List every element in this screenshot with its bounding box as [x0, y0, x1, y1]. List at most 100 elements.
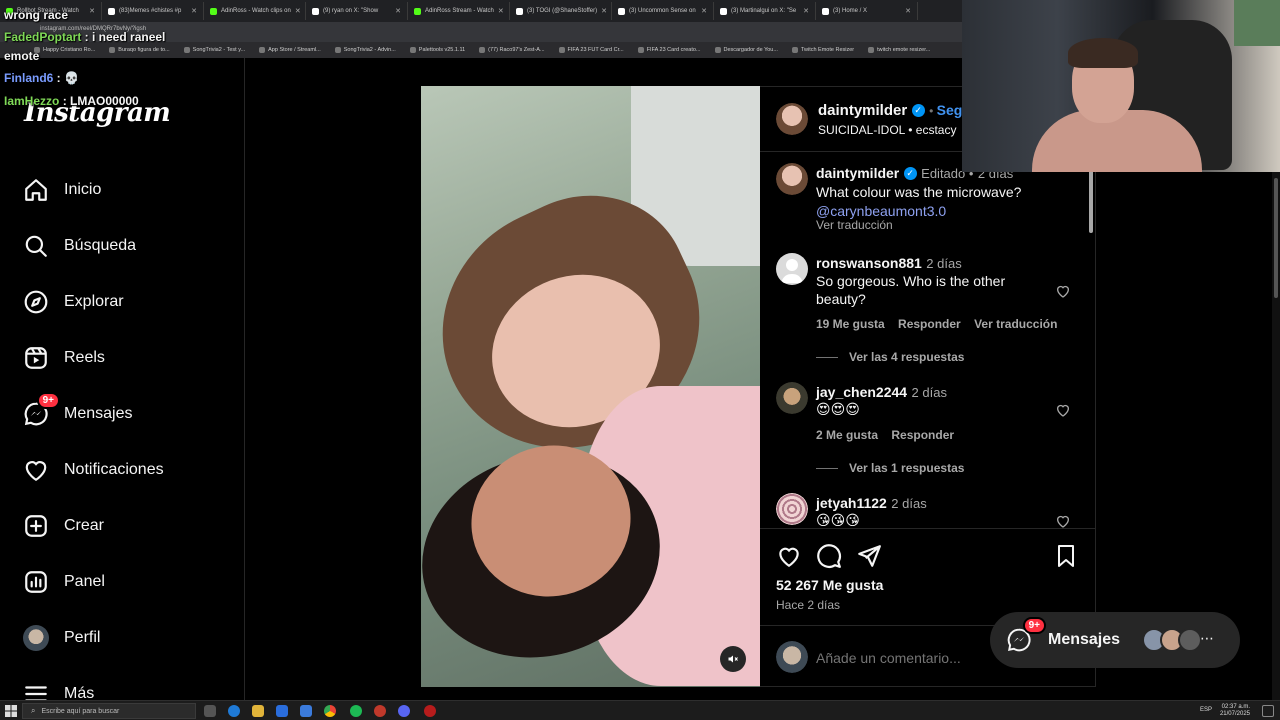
post-author-avatar[interactable] — [776, 103, 808, 135]
nav-item-search[interactable]: Búsqueda — [22, 228, 232, 264]
comment-username[interactable]: jetyah1122 — [816, 495, 887, 511]
save-bookmark-icon[interactable] — [1054, 543, 1078, 569]
nav-icon-wrap — [22, 512, 50, 540]
bookmark-item[interactable]: App Store / Streaml... — [259, 47, 321, 53]
messages-float-button[interactable]: 9+ Mensajes ⋯ — [990, 612, 1240, 668]
nav-label: Notificaciones — [64, 461, 164, 478]
task-view-icon[interactable] — [204, 705, 216, 717]
close-tab-icon[interactable]: ✕ — [191, 7, 197, 15]
bookmark-item[interactable]: Twitch Emote Resizer — [791, 47, 854, 53]
view-replies-button[interactable]: Ver las 1 respuestas — [849, 461, 964, 475]
windows-start-icon[interactable] — [5, 705, 17, 717]
browser-tab[interactable]: (83)Memes #chistes #p ✕ — [102, 2, 204, 20]
browser-tab[interactable]: AdinRoss Stream - Watch ✕ — [408, 2, 510, 20]
bookmark-item[interactable]: Descargador de You... — [714, 47, 778, 53]
bookmark-favicon — [183, 47, 190, 53]
like-heart-icon[interactable] — [776, 543, 802, 569]
comment-username[interactable]: jay_chen2244 — [816, 384, 907, 400]
mute-button[interactable] — [720, 646, 746, 672]
translate-button[interactable]: Ver traducción — [974, 317, 1057, 331]
comment-avatar[interactable] — [776, 493, 808, 525]
bookmark-item[interactable]: SongTrivia2 - Advin... — [334, 47, 396, 53]
tab-favicon — [210, 7, 217, 15]
post-video[interactable] — [421, 86, 760, 687]
bookmark-item[interactable]: (77) Raco97's Zest-A... — [479, 47, 545, 53]
caption-username[interactable]: daintymilder — [816, 165, 899, 181]
nav-item-create[interactable]: Crear — [22, 508, 232, 544]
mail-icon[interactable] — [300, 705, 312, 717]
tab-favicon — [312, 7, 319, 15]
close-tab-icon[interactable]: ✕ — [601, 7, 607, 15]
close-tab-icon[interactable]: ✕ — [395, 7, 401, 15]
post-author-username[interactable]: daintymilder — [818, 102, 907, 119]
file-explorer-icon[interactable] — [252, 705, 264, 717]
nav-item-reels[interactable]: Reels — [22, 340, 232, 376]
speaker-muted-icon — [728, 655, 738, 663]
browser-tab[interactable]: (3) Martinalgui on X: "Se ✕ — [714, 2, 816, 20]
bookmark-item[interactable]: twitch emote resizer... — [868, 47, 930, 53]
bookmark-favicon — [714, 47, 721, 53]
bookmark-item[interactable]: FIFA 23 Card creato... — [637, 47, 701, 53]
post-header-user: daintymilder ✓ • Segu — [818, 102, 971, 119]
comments-scrollbar[interactable] — [1088, 153, 1094, 527]
nav-item-explore[interactable]: Explorar — [22, 284, 232, 320]
chat-text: : LMAO00000 — [59, 94, 139, 108]
caption-translate[interactable]: Ver traducción — [816, 218, 893, 232]
taskbar-clock[interactable]: 02:37 a.m. 21/07/2025 — [1220, 704, 1250, 718]
audio-label[interactable]: SUICIDAL-IDOL • ecstacy — [818, 123, 956, 137]
opera-icon[interactable] — [424, 705, 436, 717]
comment-likes[interactable]: 19 Me gusta — [816, 317, 885, 331]
taskbar-search[interactable]: ⌕ Escribe aquí para buscar — [22, 703, 196, 719]
close-tab-icon[interactable]: ✕ — [295, 7, 301, 15]
nav-item-messages[interactable]: 9+ Mensajes — [22, 392, 232, 432]
close-tab-icon[interactable]: ✕ — [498, 7, 504, 15]
bookmark-item[interactable]: Palettools v25.1.11 — [409, 47, 465, 53]
caption-mention[interactable]: @carynbeaumont3.0 — [816, 203, 946, 219]
chrome-icon[interactable] — [324, 705, 336, 717]
nav-item-home[interactable]: Inicio — [22, 172, 232, 208]
chat-text: : i need raneel — [81, 30, 166, 44]
nav-item-notifications[interactable]: Notificaciones — [22, 452, 232, 488]
edge-icon[interactable] — [228, 705, 240, 717]
bookmark-item[interactable]: Happy Cristiano Ro... — [34, 47, 95, 53]
nav-item-panel[interactable]: Panel — [22, 564, 232, 600]
browser-tab[interactable]: AdinRoss - Watch clips on ✕ — [204, 2, 306, 20]
browser-tab[interactable]: (3) Uncommon Sense on ✕ — [612, 2, 714, 20]
comment-avatar[interactable] — [776, 253, 808, 285]
discord-icon[interactable] — [398, 705, 410, 717]
browser-tab[interactable]: (3) TOGI (@ShaneStoffer) ✕ — [510, 2, 612, 20]
share-paper-plane-icon[interactable] — [856, 543, 882, 569]
reply-button[interactable]: Responder — [898, 317, 961, 331]
comment-bubble-icon[interactable] — [816, 543, 842, 569]
page-scrollbar-thumb[interactable] — [1274, 178, 1278, 298]
bookmark-favicon — [109, 47, 116, 53]
bookmark-item[interactable]: SongTrivia2 - Test y... — [183, 47, 245, 53]
bookmark-item[interactable]: Buraqo figura de to... — [109, 47, 170, 53]
likes-count[interactable]: 52 267 Me gusta — [776, 577, 883, 593]
comment-likes[interactable]: 2 Me gusta — [816, 428, 878, 442]
comment-avatar[interactable] — [776, 382, 808, 414]
close-tab-icon[interactable]: ✕ — [89, 7, 95, 15]
notifications-icon[interactable] — [1262, 705, 1274, 717]
language-indicator[interactable]: ESP — [1200, 707, 1212, 713]
close-tab-icon[interactable]: ✕ — [701, 7, 707, 15]
bookmark-item[interactable]: FIFA 23 FUT Card Cr... — [558, 47, 624, 53]
bookmark-label: Descargador de You... — [723, 47, 778, 53]
nav-icon-wrap — [22, 176, 50, 204]
nav-item-profile[interactable]: Perfil — [22, 620, 232, 656]
close-tab-icon[interactable]: ✕ — [803, 7, 809, 15]
view-replies-button[interactable]: Ver las 4 respuestas — [849, 350, 964, 364]
spotify-icon[interactable] — [350, 705, 362, 717]
store-icon[interactable] — [276, 705, 288, 717]
comment-username[interactable]: ronswanson881 — [816, 255, 922, 271]
like-comment-heart-icon[interactable] — [1055, 513, 1071, 529]
obs-icon[interactable] — [374, 705, 386, 717]
taskbar-search-placeholder: Escribe aquí para buscar — [41, 707, 120, 715]
like-comment-heart-icon[interactable] — [1055, 283, 1071, 299]
reply-button[interactable]: Responder — [891, 428, 954, 442]
close-tab-icon[interactable]: ✕ — [905, 7, 911, 15]
caption-author-avatar[interactable] — [776, 163, 808, 195]
browser-tab[interactable]: (3) Home / X ✕ — [816, 2, 918, 20]
like-comment-heart-icon[interactable] — [1055, 402, 1071, 418]
browser-tab[interactable]: (9) ryan on X: "Show ✕ — [306, 2, 408, 20]
